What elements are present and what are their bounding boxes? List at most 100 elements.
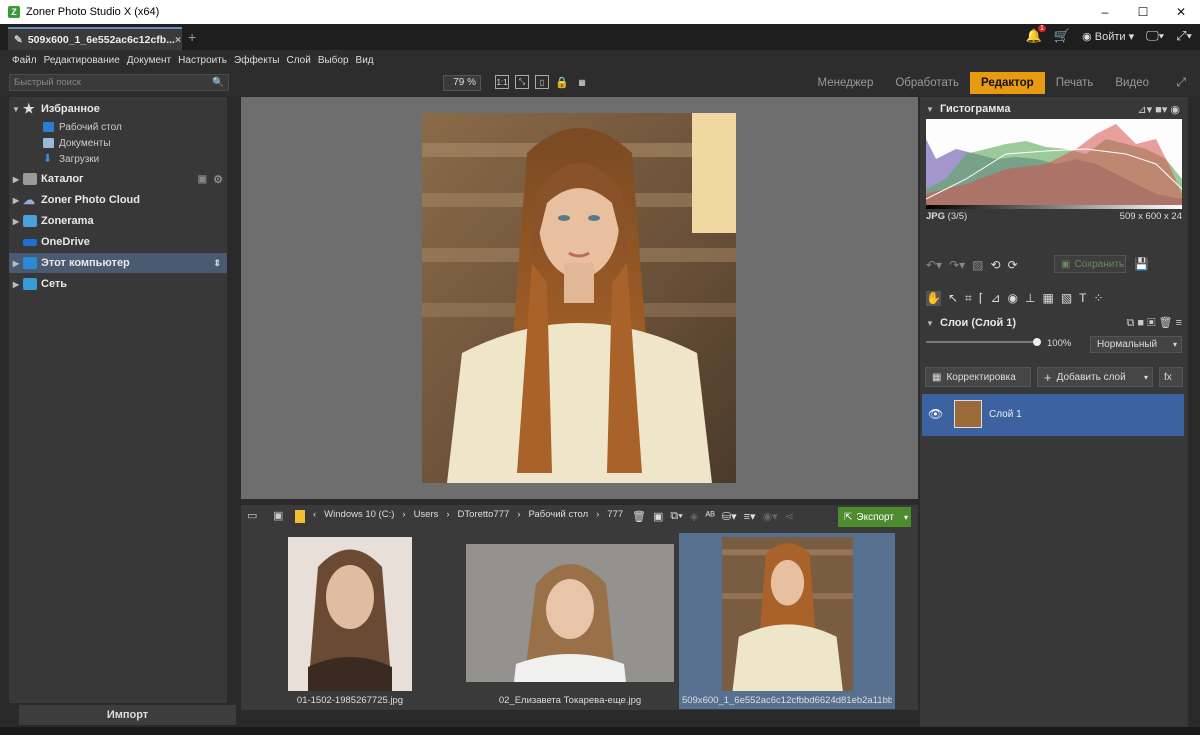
- layers-header[interactable]: ▼ Слои (Слой 1) ⧉ ■ ▣ 🗑 ≡: [920, 313, 1188, 333]
- nav-network[interactable]: ▶ Сеть: [9, 274, 227, 294]
- rotate-left-icon[interactable]: ⟲: [991, 258, 1001, 272]
- chevron-right-icon[interactable]: ▶: [9, 217, 23, 226]
- back-icon[interactable]: ‹: [313, 509, 316, 520]
- chevron-down-icon[interactable]: ▼: [920, 319, 940, 328]
- fx-button[interactable]: fx: [1159, 367, 1183, 387]
- brush-tool-icon[interactable]: ⊿: [990, 291, 1000, 306]
- nav-desktop[interactable]: Рабочий стол: [43, 119, 122, 135]
- document-tab[interactable]: ✎ 509x600_1_6e552ac6c12cfb... ×: [8, 27, 182, 50]
- nav-zonerama[interactable]: ▶ Zonerama: [9, 211, 227, 231]
- more-tools-icon[interactable]: ⁘: [1094, 291, 1104, 306]
- export-button[interactable]: ⇱ Экспорт ▾: [838, 507, 911, 527]
- save-button[interactable]: ▣ Сохранить: [1054, 255, 1126, 273]
- delete-icon[interactable]: 🗑: [632, 510, 646, 523]
- breadcrumb-folder[interactable]: 777: [607, 509, 623, 520]
- menu-layer[interactable]: Слой: [287, 55, 311, 66]
- breadcrumb-drive[interactable]: Windows 10 (C:): [324, 509, 394, 520]
- preview-icon[interactable]: ▭: [247, 509, 257, 522]
- fit-screen-icon[interactable]: ⤡: [515, 75, 529, 89]
- notification-bell-icon[interactable]: 🔔 1: [1026, 25, 1046, 44]
- actual-size-icon[interactable]: 1:1: [495, 75, 509, 89]
- layer-row[interactable]: 👁 Слой 1: [922, 394, 1184, 436]
- chevron-right-icon[interactable]: ▶: [9, 280, 23, 289]
- undo-icon[interactable]: ↶▾: [926, 258, 942, 272]
- new-folder-icon[interactable]: ▣: [653, 510, 663, 523]
- image-icon[interactable]: ▨: [972, 258, 983, 272]
- breadcrumb-desktop[interactable]: Рабочий стол: [528, 509, 588, 520]
- grid-icon[interactable]: ▦: [575, 75, 589, 89]
- text-tool-icon[interactable]: T: [1079, 291, 1086, 306]
- thumbnail-image-1[interactable]: [288, 537, 412, 691]
- nav-favorites[interactable]: ▼ ★ Избранное: [9, 99, 227, 119]
- module-editor[interactable]: Редактор: [969, 72, 1045, 94]
- opacity-slider[interactable]: [926, 338, 1041, 346]
- chevron-right-icon[interactable]: ▶: [9, 196, 23, 205]
- correction-button[interactable]: ▦ Корректировка: [925, 367, 1031, 387]
- menu-document[interactable]: Документ: [127, 55, 171, 66]
- new-tab-button[interactable]: +: [188, 29, 196, 45]
- perspective-tool-icon[interactable]: ⌈: [979, 291, 984, 306]
- disk-icon[interactable]: 💾: [1134, 257, 1149, 271]
- histogram-header[interactable]: ▼ Гистограмма ⊿▾ ■▾ ◉: [920, 99, 1188, 119]
- info-icon[interactable]: ◉▾: [763, 510, 778, 523]
- tag-icon[interactable]: ◈: [690, 510, 698, 523]
- select-tool-icon[interactable]: ↖: [948, 291, 958, 306]
- chevron-right-icon[interactable]: ▶: [9, 175, 23, 184]
- eye-icon[interactable]: 👁: [928, 407, 943, 421]
- chevron-down-icon[interactable]: ▾: [1144, 373, 1148, 382]
- menu-adjust[interactable]: Настроить: [178, 55, 227, 66]
- rename-icon[interactable]: ᴬᴮ: [705, 510, 715, 523]
- copy-icon[interactable]: ⧉▾: [670, 510, 682, 523]
- menu-edit[interactable]: Редактирование: [44, 55, 120, 66]
- zoom-field[interactable]: 79 %: [443, 75, 481, 91]
- chevron-down-icon[interactable]: ▾: [904, 513, 908, 522]
- nav-catalog[interactable]: ▶ Каталог ▣ ⚙: [9, 169, 227, 189]
- share-icon[interactable]: ⋖: [785, 510, 794, 523]
- blend-mode-select[interactable]: Нормальный ▾: [1090, 336, 1182, 353]
- crop-tool-icon[interactable]: ⌗: [965, 291, 972, 306]
- login-button[interactable]: ◉ Войти ▾: [1082, 30, 1134, 43]
- rotate-right-icon[interactable]: ⟳: [1008, 258, 1018, 272]
- cart-icon[interactable]: 🛒: [1054, 28, 1070, 44]
- add-layer-button[interactable]: + Добавить слой ▾: [1037, 367, 1153, 387]
- settings-icon[interactable]: ≡▾: [744, 510, 756, 523]
- gear-icon[interactable]: ⚙: [213, 173, 223, 186]
- expand-icon[interactable]: ⤢: [1176, 75, 1186, 90]
- histogram-options-icon[interactable]: ⊿▾ ■▾ ◉: [1137, 103, 1180, 116]
- lock-icon[interactable]: 🔒: [555, 75, 569, 89]
- monitor-icon[interactable]: 🖵▾: [1146, 28, 1164, 44]
- search-input[interactable]: Быстрый поиск 🔍: [9, 74, 229, 91]
- eye-tool-icon[interactable]: ◉: [1008, 291, 1018, 306]
- sort-icon[interactable]: ⇕: [213, 258, 221, 269]
- nav-documents[interactable]: Документы: [43, 135, 111, 151]
- module-manager[interactable]: Менеджер: [807, 72, 885, 94]
- opacity-slider-handle[interactable]: [1033, 338, 1041, 346]
- stack-icon[interactable]: ⛁▾: [722, 510, 737, 523]
- layer-options-icon[interactable]: ⧉ ■ ▣ 🗑 ≡: [1127, 316, 1182, 330]
- fit-width-icon[interactable]: ▯: [535, 75, 549, 89]
- stamp-tool-icon[interactable]: ⊥: [1025, 291, 1035, 306]
- menu-effects[interactable]: Эффекты: [234, 55, 279, 66]
- module-video[interactable]: Видео: [1104, 72, 1160, 94]
- nav-cloud[interactable]: ▶ ☁ Zoner Photo Cloud: [9, 190, 227, 210]
- menu-file[interactable]: Файл: [12, 55, 37, 66]
- breadcrumb-user[interactable]: DToretto777: [458, 509, 510, 520]
- thumbnail-image-3[interactable]: [722, 537, 853, 691]
- hand-tool-icon[interactable]: ✋: [926, 291, 941, 306]
- chevron-right-icon[interactable]: ▶: [9, 259, 23, 268]
- nav-this-pc[interactable]: ▶ Этот компьютер ⇕: [9, 253, 227, 273]
- nav-onedrive[interactable]: OneDrive: [9, 232, 227, 252]
- menu-select[interactable]: Выбор: [318, 55, 349, 66]
- nav-downloads[interactable]: ⬇ Загрузки: [43, 151, 99, 167]
- fullscreen-icon[interactable]: ⤢▾: [1176, 28, 1192, 44]
- frame-tool-icon[interactable]: ▦: [1042, 291, 1053, 306]
- gradient-tool-icon[interactable]: ▧: [1061, 291, 1072, 306]
- chevron-down-icon[interactable]: ▼: [9, 105, 23, 114]
- folder-up-icon[interactable]: ▣: [273, 509, 283, 522]
- maximize-button[interactable]: ☐: [1124, 0, 1162, 24]
- tab-close-icon[interactable]: ×: [175, 34, 181, 46]
- folder-icon[interactable]: [295, 510, 305, 523]
- menu-view[interactable]: Вид: [356, 55, 374, 66]
- redo-icon[interactable]: ↷▾: [949, 258, 965, 272]
- thumbnail-image-2[interactable]: [466, 544, 674, 682]
